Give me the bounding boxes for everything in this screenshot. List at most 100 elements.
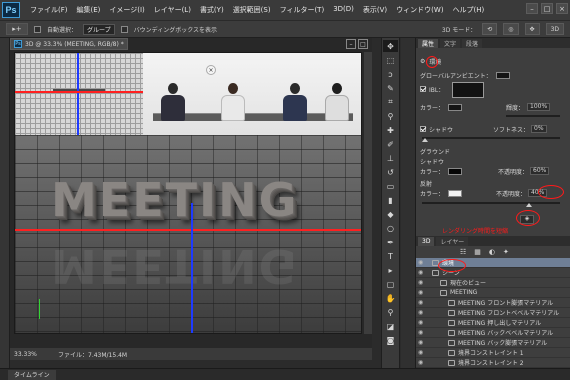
visibility-eye-icon[interactable]: ◉ bbox=[418, 339, 426, 346]
canvas[interactable]: MEETING MEETING × bbox=[14, 52, 362, 334]
path-select-icon[interactable]: ▸ bbox=[383, 264, 398, 276]
tab-properties[interactable]: 属性 bbox=[418, 39, 439, 48]
visibility-eye-icon[interactable]: ◉ bbox=[418, 279, 426, 286]
brush-tool-icon[interactable]: ✐ bbox=[383, 138, 398, 150]
document-title: 3D @ 33.3% (MEETING, RGB/8) * bbox=[25, 40, 124, 48]
softness-field[interactable]: 0% bbox=[531, 125, 547, 133]
brightness-field[interactable]: 100% bbox=[527, 103, 551, 111]
layer-row[interactable]: ◉ 現在のビュー bbox=[416, 278, 570, 288]
zoom-tool-icon[interactable]: ⚲ bbox=[383, 306, 398, 318]
marquee-tool-icon[interactable]: ⬚ bbox=[383, 54, 398, 66]
doc-minimize-icon[interactable]: – bbox=[346, 39, 356, 49]
layer-row[interactable]: ◉ MEETING フロント膨張マテリアル bbox=[416, 298, 570, 308]
visibility-eye-icon[interactable]: ◉ bbox=[418, 269, 426, 276]
shape-tool-icon[interactable]: ▢ bbox=[383, 278, 398, 290]
blur-tool-icon[interactable]: ◆ bbox=[383, 208, 398, 220]
menu-view[interactable]: 表示(V) bbox=[363, 5, 387, 15]
type-tool-icon[interactable]: T bbox=[383, 250, 398, 262]
layer-row[interactable]: ◉ シーン bbox=[416, 268, 570, 278]
reflection-slider[interactable] bbox=[422, 202, 560, 204]
document-scrollbar[interactable] bbox=[364, 52, 372, 334]
visibility-eye-icon[interactable]: ◉ bbox=[418, 309, 426, 316]
menu-type[interactable]: 書式(Y) bbox=[200, 5, 224, 15]
pan-3d-icon[interactable]: ✥ bbox=[524, 23, 540, 35]
doc-maximize-icon[interactable]: □ bbox=[358, 39, 368, 49]
layer-row[interactable]: ◉ MEETING バック膨張マテリアル bbox=[416, 338, 570, 348]
shadow-checkbox[interactable] bbox=[420, 126, 426, 132]
menu-edit[interactable]: 編集(E) bbox=[77, 5, 101, 15]
tab-paragraph[interactable]: 段落 bbox=[462, 39, 483, 48]
swap-colors-icon[interactable]: ◪ bbox=[383, 320, 398, 332]
softness-slider-knob[interactable] bbox=[422, 138, 428, 142]
mesh-filter-icon[interactable]: ▦ bbox=[474, 248, 481, 256]
document-tab[interactable]: Ps 3D @ 33.3% (MEETING, RGB/8) * bbox=[10, 38, 128, 50]
ibl-color-swatch[interactable] bbox=[448, 103, 463, 111]
close-button[interactable]: × bbox=[556, 3, 568, 14]
ground-shadow-swatch[interactable] bbox=[448, 167, 463, 175]
material-filter-icon[interactable]: ◐ bbox=[489, 248, 495, 256]
roll-3d-icon[interactable]: ◎ bbox=[503, 23, 519, 35]
quick-mask-icon[interactable]: ◙ bbox=[383, 334, 398, 346]
mode-label: 3D モード： bbox=[441, 26, 477, 34]
3d-meeting-text[interactable]: MEETING bbox=[51, 173, 298, 227]
eyedropper-icon[interactable]: ⚲ bbox=[383, 110, 398, 122]
menu-3d[interactable]: 3D(D) bbox=[333, 5, 354, 15]
crop-tool-icon[interactable]: ⌗ bbox=[383, 96, 398, 108]
maximize-button[interactable]: □ bbox=[541, 3, 553, 14]
visibility-eye-icon[interactable]: ◉ bbox=[418, 359, 426, 366]
layer-row[interactable]: ◉ 境界コンストレイント 2 bbox=[416, 358, 570, 368]
dodge-tool-icon[interactable]: ○ bbox=[383, 222, 398, 234]
pen-tool-icon[interactable]: ✒ bbox=[383, 236, 398, 248]
stamp-tool-icon[interactable]: ⊥ bbox=[383, 152, 398, 164]
auto-select-checkbox[interactable] bbox=[34, 25, 41, 33]
rotate-3d-icon[interactable]: ⟲ bbox=[482, 23, 498, 35]
visibility-eye-icon[interactable]: ◉ bbox=[418, 259, 426, 266]
layer-row[interactable]: ◉ MEETING bbox=[416, 288, 570, 298]
ibl-checkbox[interactable] bbox=[420, 86, 426, 92]
tab-3d[interactable]: 3D bbox=[418, 237, 435, 246]
menu-filter[interactable]: フィルター(T) bbox=[280, 5, 325, 15]
zoom-level[interactable]: 33.33% bbox=[14, 351, 44, 358]
layer-row[interactable]: ◉ MEETING バックベベルマテリアル bbox=[416, 328, 570, 338]
visibility-eye-icon[interactable]: ◉ bbox=[418, 349, 426, 356]
layer-row[interactable]: ◉ MEETING フロントベベルマテリアル bbox=[416, 308, 570, 318]
move-tool-preset[interactable]: ▸+ bbox=[6, 23, 28, 35]
ground-shadow-opacity-field[interactable]: 60% bbox=[530, 167, 550, 175]
visibility-eye-icon[interactable]: ◉ bbox=[418, 319, 426, 326]
light-filter-icon[interactable]: ✦ bbox=[503, 248, 509, 256]
global-ambient-swatch[interactable] bbox=[495, 71, 510, 79]
gradient-tool-icon[interactable]: ▮ bbox=[383, 194, 398, 206]
menu-window[interactable]: ウィンドウ(W) bbox=[396, 5, 443, 15]
menu-select[interactable]: 選択範囲(S) bbox=[233, 5, 271, 15]
reflection-slider-knob[interactable] bbox=[526, 203, 532, 207]
tab-layers[interactable]: レイヤー bbox=[436, 237, 469, 246]
history-brush-icon[interactable]: ↺ bbox=[383, 166, 398, 178]
bbox-checkbox[interactable] bbox=[120, 25, 128, 33]
timeline-tab[interactable]: タイムライン bbox=[8, 369, 56, 380]
close-3d-gizmo-icon[interactable]: × bbox=[206, 65, 216, 75]
healing-icon[interactable]: ✚ bbox=[383, 124, 398, 136]
workspace-button[interactable]: 3D bbox=[545, 23, 564, 35]
minimize-button[interactable]: – bbox=[526, 3, 538, 14]
eraser-tool-icon[interactable]: ▭ bbox=[383, 180, 398, 192]
layer-row[interactable]: ◉ MEETING 押し出しマテリアル bbox=[416, 318, 570, 328]
layer-row[interactable]: ◉ 境界コンストレイント 1 bbox=[416, 348, 570, 358]
tab-character[interactable]: 文字 bbox=[440, 39, 461, 48]
hand-tool-icon[interactable]: ✋ bbox=[383, 292, 398, 304]
softness-slider[interactable] bbox=[422, 137, 560, 139]
visibility-eye-icon[interactable]: ◉ bbox=[418, 329, 426, 336]
visibility-eye-icon[interactable]: ◉ bbox=[418, 289, 426, 296]
menu-image[interactable]: イメージ(I) bbox=[109, 5, 144, 15]
brightness-slider[interactable] bbox=[506, 115, 560, 117]
move-tool-icon[interactable]: ✥ bbox=[383, 40, 398, 52]
menu-layer[interactable]: レイヤー(L) bbox=[154, 5, 191, 15]
visibility-eye-icon[interactable]: ◉ bbox=[418, 299, 426, 306]
auto-select-dropdown[interactable]: グループ bbox=[83, 23, 115, 35]
reflection-swatch[interactable] bbox=[448, 189, 463, 197]
menu-file[interactable]: ファイル(F) bbox=[30, 5, 68, 15]
menu-help[interactable]: ヘルプ(H) bbox=[453, 5, 485, 15]
whole-scene-icon[interactable]: ☷ bbox=[460, 248, 466, 256]
ibl-texture-swatch[interactable] bbox=[452, 82, 484, 98]
lasso-tool-icon[interactable]: ↄ bbox=[383, 68, 398, 80]
quick-select-icon[interactable]: ✎ bbox=[383, 82, 398, 94]
